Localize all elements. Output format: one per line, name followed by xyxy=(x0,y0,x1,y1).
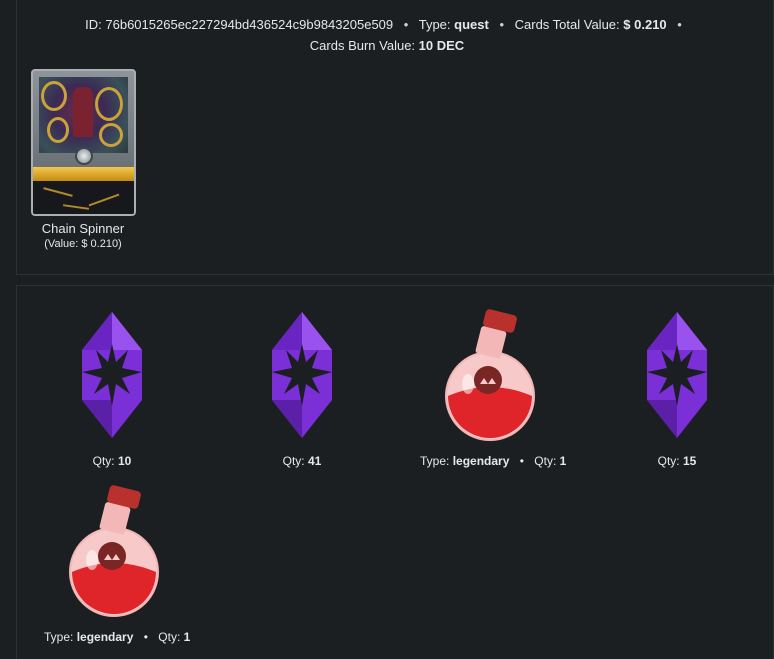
separator: • xyxy=(403,17,409,32)
legendary-potion-icon xyxy=(445,309,535,441)
dec-crystal-icon xyxy=(82,312,142,438)
type-value: quest xyxy=(454,17,489,32)
chest-meta: ID: 76b6015265ec227294bd436524c9b9843205… xyxy=(0,14,774,56)
cards-total-label: Cards Total Value: xyxy=(514,17,620,32)
burn-value: 10 DEC xyxy=(418,38,465,53)
reward-item: Type: legendary • Qty: 1 xyxy=(44,484,190,651)
separator: • xyxy=(499,17,504,32)
qty-value: 1 xyxy=(183,630,191,644)
type-label: Type: xyxy=(418,17,451,32)
type-label: Type: xyxy=(420,454,450,468)
qty-label: Qty: xyxy=(534,454,557,468)
reward-item: Qty: 41 xyxy=(254,310,350,475)
id-label: ID: xyxy=(85,17,102,32)
qty-label: Qty: xyxy=(282,454,305,468)
qty-label: Qty: xyxy=(657,454,680,468)
separator: • xyxy=(519,454,524,468)
cards-total-value: $ 0.210 xyxy=(623,17,667,32)
qty-label: Qty: xyxy=(158,630,181,644)
card-image[interactable] xyxy=(31,69,136,216)
meta-line-2: Cards Burn Value: 10 DEC xyxy=(0,35,774,56)
reward-item: Qty: 15 xyxy=(629,310,725,475)
qty-value: 41 xyxy=(308,454,322,468)
card-value: (Value: $ 0.210) xyxy=(44,238,122,250)
card-name: Chain Spinner xyxy=(41,221,125,236)
reward-item: Qty: 10 xyxy=(64,310,160,475)
burn-label: Cards Burn Value: xyxy=(309,38,416,53)
separator: • xyxy=(677,17,682,32)
separator: • xyxy=(143,630,148,644)
type-value: legendary xyxy=(452,454,510,468)
id-value: 76b6015265ec227294bd436524c9b9843205e509 xyxy=(105,17,394,32)
dec-crystal-icon xyxy=(647,312,707,438)
card-art xyxy=(39,77,128,153)
type-value: legendary xyxy=(76,630,134,644)
card-gem-icon xyxy=(75,147,93,165)
qty-value: 15 xyxy=(683,454,697,468)
type-label: Type: xyxy=(44,630,74,644)
dec-crystal-icon xyxy=(272,312,332,438)
qty-value: 10 xyxy=(118,454,132,468)
legendary-potion-icon xyxy=(69,485,159,617)
qty-label: Qty: xyxy=(92,454,115,468)
reward-item: Type: legendary • Qty: 1 xyxy=(420,308,566,475)
qty-value: 1 xyxy=(559,454,567,468)
meta-line-1: ID: 76b6015265ec227294bd436524c9b9843205… xyxy=(0,14,774,35)
